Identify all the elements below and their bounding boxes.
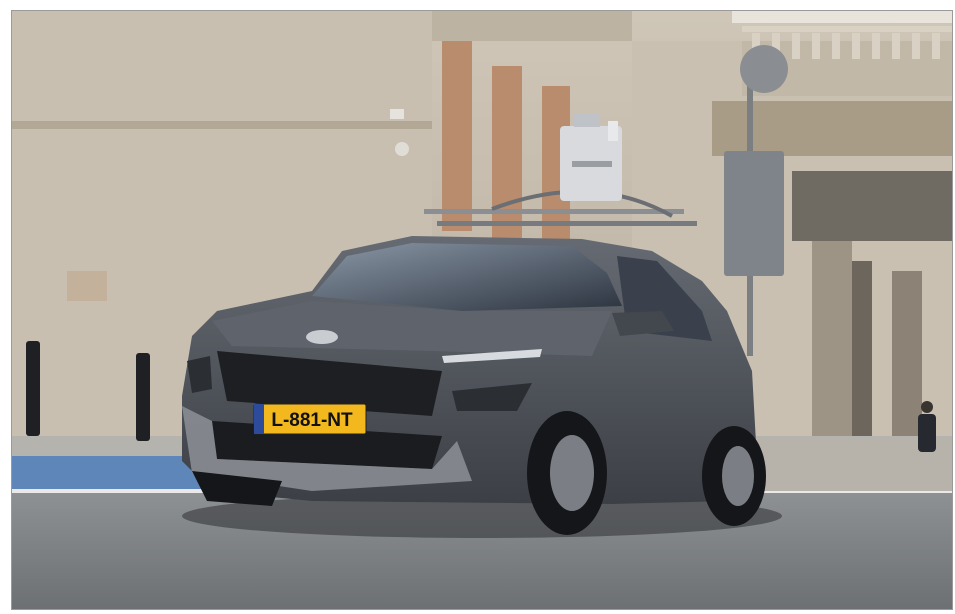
street-photo: L-881-NT [12, 11, 952, 609]
front-wheel [527, 411, 607, 535]
photo-frame: L-881-NT [11, 10, 953, 610]
plate-text: L-881-NT [271, 410, 353, 431]
license-plate: L-881-NT [253, 403, 367, 435]
round-sign [740, 45, 788, 93]
rear-wheel [702, 426, 766, 526]
sign-board [724, 151, 784, 276]
logo-emblem [306, 330, 338, 344]
wall-camera [390, 109, 404, 119]
